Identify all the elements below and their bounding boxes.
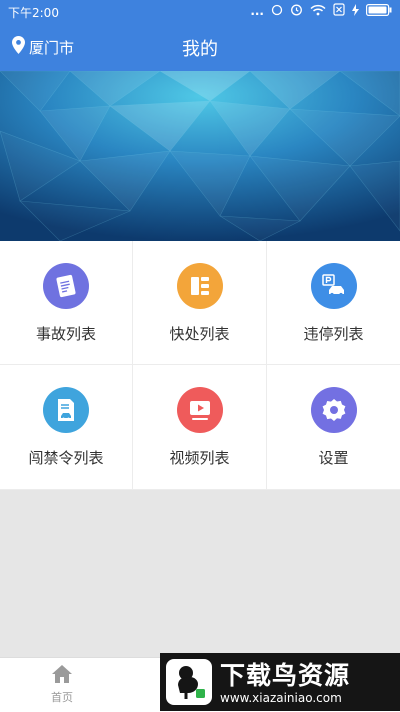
menu-grid: 事故列表 快处列表 违停列表 闯禁令列表 视频列表 设置 bbox=[0, 241, 400, 490]
status-time: 下午2:00 bbox=[8, 6, 59, 20]
charging-icon bbox=[352, 3, 359, 19]
accident-list-icon bbox=[43, 263, 89, 309]
menu-item-restriction-violation-list[interactable]: 闯禁令列表 bbox=[0, 365, 133, 490]
watermark-overlay: 下载鸟资源 www.xiazainiao.com bbox=[160, 653, 400, 711]
menu-item-parking-violation-list[interactable]: 违停列表 bbox=[267, 241, 400, 365]
location-ring-icon bbox=[271, 4, 283, 19]
settings-gear-icon bbox=[310, 387, 357, 433]
sim-off-icon bbox=[333, 3, 345, 19]
banner-polygon-image bbox=[0, 71, 400, 241]
app-bar: 厦门市 我的 bbox=[0, 24, 400, 71]
quick-handle-list-icon bbox=[176, 263, 223, 309]
parking-violation-icon bbox=[310, 263, 357, 309]
watermark-title: 下载鸟资源 bbox=[220, 661, 351, 690]
menu-item-label: 闯禁令列表 bbox=[28, 449, 104, 467]
menu-item-label: 设置 bbox=[318, 449, 349, 467]
menu-item-label: 视频列表 bbox=[169, 449, 230, 467]
status-icons: ... bbox=[250, 3, 392, 19]
watermark-logo bbox=[166, 659, 212, 705]
menu-item-quick-handle-list[interactable]: 快处列表 bbox=[133, 241, 267, 365]
menu-item-label: 快处列表 bbox=[169, 325, 230, 343]
location-pin-icon bbox=[12, 36, 25, 58]
video-list-icon bbox=[176, 387, 223, 433]
restriction-violation-icon bbox=[43, 387, 89, 433]
wifi-icon bbox=[310, 4, 326, 19]
home-icon bbox=[51, 664, 73, 687]
tab-home-label: 首页 bbox=[51, 691, 73, 704]
tab-home[interactable]: 首页 bbox=[40, 664, 84, 705]
location-selector[interactable]: 厦门市 bbox=[12, 36, 74, 58]
status-bar: 下午2:00 ... bbox=[0, 0, 400, 24]
location-city: 厦门市 bbox=[29, 38, 75, 57]
menu-item-accident-list[interactable]: 事故列表 bbox=[0, 241, 133, 365]
alarm-icon bbox=[290, 3, 303, 19]
menu-item-label: 事故列表 bbox=[35, 325, 96, 343]
more-dots-icon: ... bbox=[250, 4, 264, 18]
menu-item-settings[interactable]: 设置 bbox=[267, 365, 400, 490]
menu-item-label: 违停列表 bbox=[303, 325, 364, 343]
profile-banner bbox=[0, 71, 400, 241]
watermark-url: www.xiazainiao.com bbox=[220, 691, 342, 705]
menu-item-video-list[interactable]: 视频列表 bbox=[133, 365, 267, 490]
battery-icon bbox=[366, 3, 392, 19]
